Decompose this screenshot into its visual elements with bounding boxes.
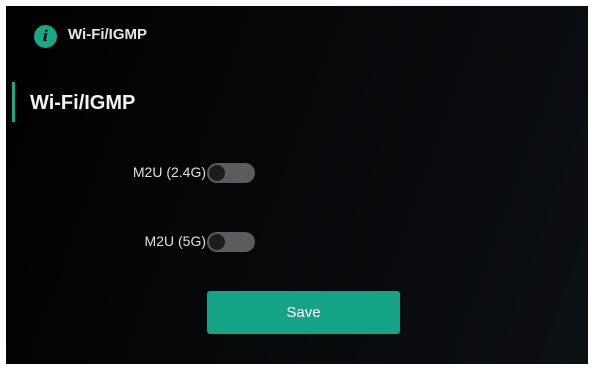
toggle-knob [209, 165, 225, 181]
toggle-knob [209, 234, 225, 250]
section-accent-bar [12, 82, 15, 122]
save-button[interactable]: Save [207, 291, 400, 334]
m2u-5g-toggle[interactable] [207, 232, 255, 252]
m2u-24g-label: M2U (2.4G) [132, 164, 206, 180]
info-icon: i [34, 25, 57, 48]
page-header: i Wi-Fi/IGMP [6, 6, 588, 68]
wifi-igmp-panel: i Wi-Fi/IGMP Wi-Fi/IGMP M2U (2.4G) M2U (… [6, 6, 588, 364]
m2u-5g-label: M2U (5G) [144, 233, 206, 249]
m2u-24g-toggle[interactable] [207, 163, 255, 183]
header-title: Wi-Fi/IGMP [68, 26, 148, 43]
section-title: Wi-Fi/IGMP [30, 92, 136, 114]
